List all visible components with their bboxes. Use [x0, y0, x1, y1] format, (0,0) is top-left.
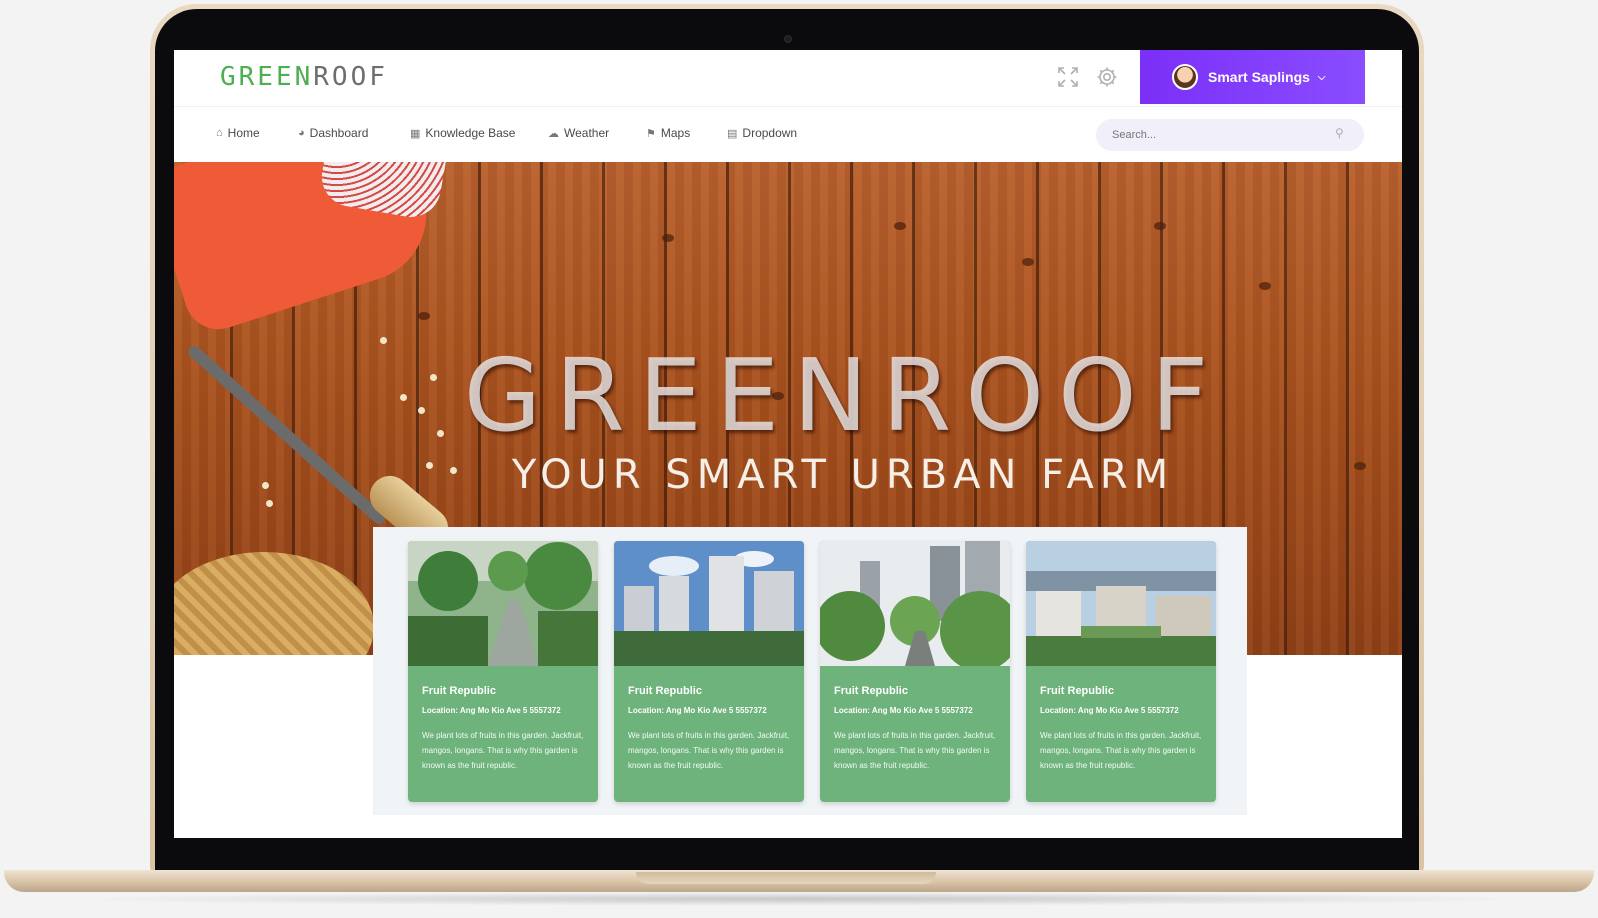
nav-label: Knowledge Base — [425, 126, 516, 140]
nav-label: Home — [227, 126, 260, 140]
garden-cards-panel: Fruit Republic Location: Ang Mo Kio Ave … — [373, 527, 1247, 815]
garden-card[interactable]: Fruit Republic Location: Ang Mo Kio Ave … — [1026, 541, 1216, 802]
database-icon: ▦ — [410, 127, 421, 140]
table-icon: ▤ — [727, 127, 738, 140]
garden-photo — [408, 541, 598, 666]
map-icon: ⚑ — [646, 127, 656, 140]
nav-item-weather[interactable]: ☁ Weather — [548, 126, 609, 140]
user-name: Smart Saplings — [1208, 69, 1310, 85]
garden-photo — [820, 541, 1010, 671]
garden-card[interactable]: Fruit Republic Location: Ang Mo Kio Ave … — [408, 541, 598, 802]
hero-subtitle: YOUR SMART URBAN FARM — [511, 452, 1175, 498]
garden-card[interactable]: Fruit Republic Location: Ang Mo Kio Ave … — [614, 541, 804, 802]
cloud-icon: ☁ — [548, 127, 559, 140]
dashboard-icon: ◕ — [298, 127, 305, 139]
card-location: Location: Ang Mo Kio Ave 5 5557372 — [422, 706, 561, 715]
garden-photo — [1026, 541, 1216, 666]
laptop-screen: GREENROOF Smart Saplings ⌵ ⌂ Home ◕ Dash… — [174, 50, 1402, 838]
card-description: We plant lots of fruits in this garden. … — [422, 731, 584, 770]
card-title: Fruit Republic — [834, 685, 908, 697]
garden-card[interactable]: Fruit Republic Location: Ang Mo Kio Ave … — [820, 541, 1010, 802]
card-location: Location: Ang Mo Kio Ave 5 5557372 — [834, 706, 973, 715]
home-icon: ⌂ — [216, 127, 223, 139]
nav-item-dashboard[interactable]: ◕ Dashboard — [298, 126, 368, 140]
fullscreen-icon[interactable] — [1056, 66, 1080, 90]
nav-item-dropdown[interactable]: ▤ Dropdown — [727, 126, 797, 140]
laptop-shadow — [60, 892, 1540, 906]
logo[interactable]: GREENROOF — [220, 62, 388, 92]
search-icon[interactable]: ⚲ — [1335, 126, 1344, 140]
straw-hat-image — [174, 552, 374, 655]
nav-label: Dropdown — [742, 126, 798, 140]
top-bar: GREENROOF Smart Saplings ⌵ — [174, 50, 1402, 106]
nav-item-maps[interactable]: ⚑ Maps — [646, 126, 690, 140]
garden-photo — [614, 541, 804, 666]
nav-item-knowledge-base[interactable]: ▦ Knowledge Base — [410, 126, 515, 140]
card-location: Location: Ang Mo Kio Ave 5 5557372 — [628, 706, 767, 715]
nav-label: Maps — [660, 126, 691, 140]
laptop-base-notch — [636, 872, 936, 884]
avatar — [1172, 64, 1198, 90]
gear-icon[interactable] — [1095, 66, 1119, 90]
card-description: We plant lots of fruits in this garden. … — [834, 731, 996, 770]
logo-green-text: GREEN — [220, 62, 314, 92]
card-description: We plant lots of fruits in this garden. … — [628, 731, 790, 770]
logo-rest-text: ROOF — [313, 62, 388, 92]
hero-title: GREENROOF — [463, 337, 1223, 454]
card-title: Fruit Republic — [422, 685, 496, 697]
card-location: Location: Ang Mo Kio Ave 5 5557372 — [1040, 706, 1179, 715]
card-title: Fruit Republic — [628, 685, 702, 697]
nav-bar: ⌂ Home ◕ Dashboard ▦ Knowledge Base ☁ We… — [174, 106, 1402, 162]
user-menu-button[interactable]: Smart Saplings ⌵ — [1140, 50, 1365, 104]
nav-item-home[interactable]: ⌂ Home — [216, 126, 260, 140]
chevron-down-icon: ⌵ — [1317, 71, 1326, 83]
card-title: Fruit Republic — [1040, 685, 1114, 697]
camera-icon — [784, 35, 792, 43]
card-description: We plant lots of fruits in this garden. … — [1040, 731, 1202, 770]
nav-label: Dashboard — [309, 126, 369, 140]
search-input[interactable] — [1096, 119, 1364, 151]
nav-label: Weather — [564, 126, 610, 140]
